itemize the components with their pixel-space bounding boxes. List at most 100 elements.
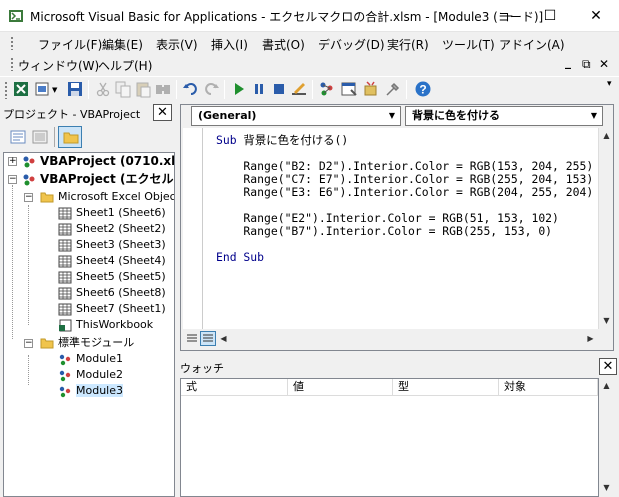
column-header-value[interactable]: 値: [288, 379, 393, 396]
worksheet-icon: [58, 303, 72, 315]
toolbox-icon[interactable]: [384, 80, 402, 98]
tree-item-module-selected[interactable]: Module3: [58, 383, 123, 399]
object-combobox[interactable]: (General) ▼: [191, 106, 401, 126]
project-explorer-icon[interactable]: [318, 80, 336, 98]
scroll-left-icon[interactable]: ◀: [216, 331, 231, 346]
mdi-minimize-button[interactable]: _: [563, 55, 573, 69]
scroll-right-icon[interactable]: ▶: [583, 331, 598, 346]
reset-icon[interactable]: [270, 80, 288, 98]
insert-dropdown-icon[interactable]: ▼: [52, 86, 57, 94]
mdi-close-button[interactable]: ✕: [597, 57, 611, 71]
scroll-up-icon[interactable]: ▲: [599, 128, 614, 143]
vba-app-icon: [9, 10, 23, 22]
menu-addins[interactable]: アドイン(A): [497, 36, 567, 53]
excel-view-icon[interactable]: [12, 80, 30, 98]
close-button[interactable]: ✕: [573, 0, 619, 32]
minimize-button[interactable]: —: [483, 0, 529, 32]
mdi-restore-button[interactable]: ⧉: [580, 57, 593, 72]
tree-item-sheet[interactable]: Sheet6 (Sheet8): [58, 285, 166, 301]
menu-window[interactable]: ウィンドウ(W): [16, 57, 101, 74]
expand-modules-toggle[interactable]: −: [24, 339, 33, 348]
worksheet-icon: [58, 271, 72, 283]
paste-icon[interactable]: [134, 80, 152, 98]
scroll-down-icon[interactable]: ▼: [599, 480, 614, 495]
svg-text:?: ?: [419, 83, 426, 97]
scroll-down-icon[interactable]: ▼: [599, 313, 614, 328]
tree-label: Sheet3 (Sheet3): [76, 238, 166, 251]
tree-item-module[interactable]: Module1: [58, 351, 123, 367]
find-icon[interactable]: [154, 80, 172, 98]
copy-icon[interactable]: [114, 80, 132, 98]
expand-objects-toggle[interactable]: −: [24, 193, 33, 202]
menu-insert[interactable]: 挿入(I): [209, 36, 250, 53]
tree-item-sheet[interactable]: Sheet2 (Sheet2): [58, 221, 166, 237]
code-editor[interactable]: Sub 背景に色を付ける() Range("B2: D2").Interior.…: [183, 128, 598, 329]
tree-item-thisworkbook[interactable]: ThisWorkbook: [58, 317, 153, 333]
design-mode-icon[interactable]: [290, 80, 308, 98]
expand-project2-toggle[interactable]: −: [8, 175, 17, 184]
tree-item-sheet[interactable]: Sheet1 (Sheet6): [58, 205, 166, 221]
menu-grip-2[interactable]: [10, 57, 14, 71]
watch-vertical-scrollbar[interactable]: ▲ ▼: [599, 378, 615, 497]
worksheet-icon: [58, 287, 72, 299]
column-header-type[interactable]: 型: [393, 379, 499, 396]
menu-run[interactable]: 実行(R): [385, 36, 431, 53]
code-horizontal-scrollbar[interactable]: ◀ ▶: [183, 330, 598, 347]
chevron-down-icon[interactable]: ▼: [586, 107, 602, 125]
watch-list[interactable]: 式 値 型 対象: [180, 378, 599, 497]
tree-item-module[interactable]: Module2: [58, 367, 123, 383]
help-icon[interactable]: ?: [414, 80, 432, 98]
expand-project1-toggle[interactable]: +: [8, 157, 17, 166]
run-icon[interactable]: [230, 80, 248, 98]
cut-icon[interactable]: [94, 80, 112, 98]
tree-item-project1[interactable]: VBAProject (0710.xls: [22, 153, 174, 169]
toolbar-overflow-icon[interactable]: ▾: [607, 79, 612, 89]
project-pane-close-button[interactable]: ✕: [153, 104, 172, 121]
tree-item-sheet[interactable]: Sheet3 (Sheet3): [58, 237, 166, 253]
tree-item-project2[interactable]: VBAProject (エクセルマ: [22, 171, 174, 187]
break-icon[interactable]: [250, 80, 268, 98]
title-bar[interactable]: Microsoft Visual Basic for Applications …: [0, 0, 619, 32]
tree-item-standard-modules[interactable]: 標準モジュール: [40, 335, 134, 351]
module-icon: [59, 354, 71, 365]
project-pane-toolbar: [0, 123, 175, 152]
menu-grip[interactable]: [10, 36, 14, 50]
save-icon[interactable]: [66, 80, 84, 98]
toolbar-grip[interactable]: [4, 81, 8, 99]
chevron-down-icon[interactable]: ▼: [384, 107, 400, 125]
tree-item-excel-objects[interactable]: Microsoft Excel Objec: [40, 189, 174, 205]
column-header-context[interactable]: 対象: [499, 379, 598, 396]
maximize-button[interactable]: ☐: [527, 0, 573, 32]
watch-window-close-button[interactable]: ✕: [599, 358, 617, 375]
procedure-combobox[interactable]: 背景に色を付ける ▼: [405, 106, 603, 126]
tree-label: Sheet7 (Sheet1): [76, 302, 166, 315]
code-vertical-scrollbar[interactable]: ▲ ▼: [598, 128, 613, 329]
folder-open-icon: [40, 338, 54, 348]
menu-format[interactable]: 書式(O): [260, 36, 307, 53]
toggle-folders-button[interactable]: [58, 126, 82, 148]
redo-icon[interactable]: [202, 80, 220, 98]
project-tree[interactable]: + VBAProject (0710.xls − VBAProject (エクセ…: [3, 152, 175, 497]
scroll-up-icon[interactable]: ▲: [599, 378, 614, 393]
menu-view[interactable]: 表示(V): [154, 36, 200, 53]
tree-item-sheet[interactable]: Sheet4 (Sheet4): [58, 253, 166, 269]
tree-item-sheet[interactable]: Sheet5 (Sheet5): [58, 269, 166, 285]
view-object-icon[interactable]: [32, 130, 48, 144]
menu-edit[interactable]: 編集(E): [100, 36, 145, 53]
procedure-view-icon[interactable]: [185, 332, 199, 345]
full-module-view-icon[interactable]: [200, 331, 216, 346]
menu-help[interactable]: ヘルプ(H): [96, 57, 154, 74]
insert-module-icon[interactable]: [34, 80, 52, 98]
menu-file[interactable]: ファイル(F): [36, 36, 104, 53]
object-browser-icon[interactable]: [362, 80, 380, 98]
column-header-expression[interactable]: 式: [181, 379, 288, 396]
menu-debug[interactable]: デバッグ(D): [316, 36, 387, 53]
properties-icon[interactable]: [340, 80, 358, 98]
watch-window-header[interactable]: ウォッチ: [178, 355, 619, 377]
tree-label: ThisWorkbook: [76, 318, 154, 331]
undo-icon[interactable]: [182, 80, 200, 98]
menu-tools[interactable]: ツール(T): [440, 36, 497, 53]
view-code-icon[interactable]: [10, 130, 26, 144]
tree-item-sheet[interactable]: Sheet7 (Sheet1): [58, 301, 166, 317]
project-pane-header[interactable]: プロジェクト - VBAProject: [0, 103, 175, 122]
